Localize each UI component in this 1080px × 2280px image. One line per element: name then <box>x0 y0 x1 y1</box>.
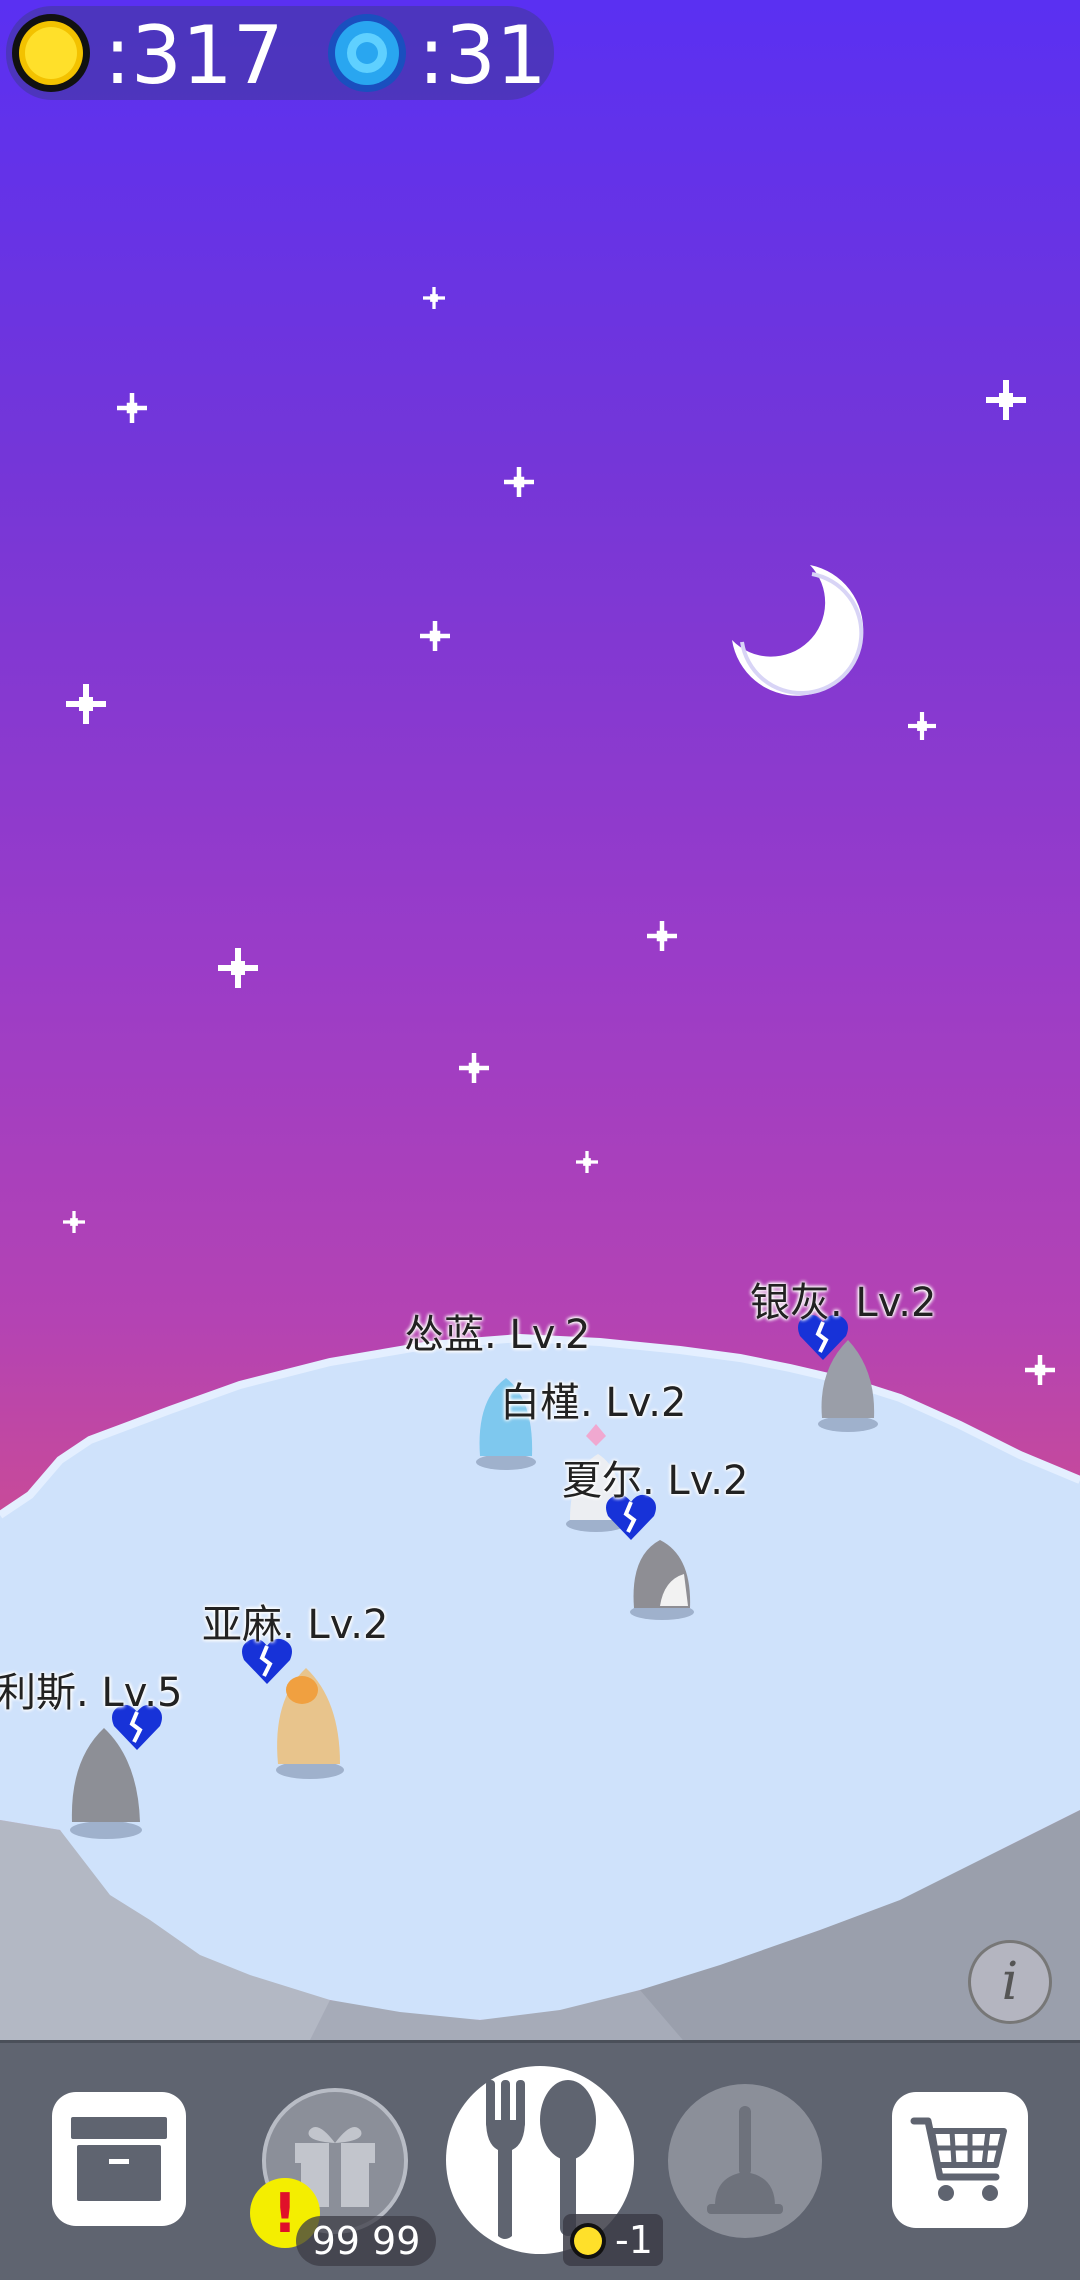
penguin-name-label: 白槿. Lv.2 <box>500 1380 687 1426</box>
background-layer <box>0 287 1080 2060</box>
moon-icon <box>732 565 864 696</box>
plunger-icon <box>707 2106 783 2214</box>
clean-button[interactable] <box>668 2084 822 2238</box>
gem-count: :31 <box>418 9 547 102</box>
star-icon <box>504 467 534 497</box>
star-icon <box>908 712 936 740</box>
star-icon <box>117 393 147 423</box>
feed-cost: -1 <box>563 2214 663 2266</box>
star-icon <box>459 1053 489 1083</box>
info-icon: i <box>1001 1952 1019 2012</box>
coin-count: :317 <box>104 9 284 102</box>
star-icon <box>647 921 677 951</box>
archive-box-icon <box>71 2117 167 2201</box>
star-icon <box>420 621 450 651</box>
star-icon <box>63 1211 85 1233</box>
star-icon <box>218 948 258 988</box>
star-icon <box>1025 1355 1055 1385</box>
penguin-name-label: 亚麻. Lv.2 <box>202 1602 389 1648</box>
penguin-name-label: 怂蓝. Lv.2 <box>404 1312 591 1358</box>
info-button[interactable]: i <box>968 1940 1052 2024</box>
gold-coin-icon <box>12 14 90 92</box>
storage-button[interactable] <box>52 2092 186 2226</box>
feed-cost-value: -1 <box>615 2218 653 2262</box>
star-icon <box>986 380 1026 420</box>
penguin-name-label: 银灰. Lv.2 <box>750 1280 937 1326</box>
stars-group <box>63 287 1055 1385</box>
star-icon <box>576 1151 598 1173</box>
penguin-name-label: 夏尔. Lv.2 <box>562 1458 749 1504</box>
penguin-name-label: 利斯. Lv.5 <box>0 1670 183 1716</box>
gold-coin-icon <box>570 2223 606 2259</box>
shopping-cart-icon <box>910 2117 1007 2201</box>
gift-count: 99 99 <box>296 2216 436 2266</box>
star-icon <box>66 684 106 724</box>
game-scene: 银灰. Lv.2 怂蓝. Lv.2 白槿. Lv.2 夏尔. Lv.2 亚麻. … <box>0 0 1080 2280</box>
star-icon <box>423 287 445 309</box>
shop-button[interactable] <box>892 2092 1028 2228</box>
blue-gem-icon <box>328 14 406 92</box>
